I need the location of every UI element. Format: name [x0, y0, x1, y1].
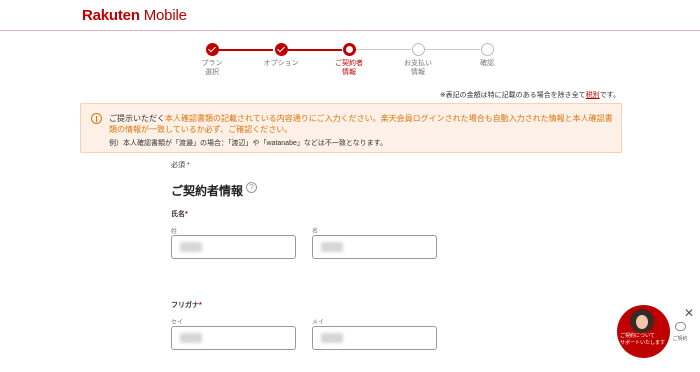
pending-step-icon	[480, 43, 494, 56]
alert-example: 例）本人確認書類が「渡邉」の場合：「渡辺」や「watanabe」などは不一致とな…	[109, 140, 387, 147]
pending-step-icon	[411, 43, 425, 56]
last-name-input[interactable]	[171, 235, 296, 259]
progress-stepper: プラン 選択 オプション ご契約者 情報 お支払い 情報 確認	[0, 43, 700, 83]
first-name-label: 名	[312, 229, 319, 235]
last-kana-label: セイ	[171, 320, 184, 326]
chat-support-bubble[interactable]: ご契約について サポートいたします	[617, 305, 670, 358]
step-contract-info: ご契約者 情報	[319, 43, 379, 77]
step-plan: プラン 選択	[182, 43, 242, 77]
logo-product: Mobile	[139, 7, 187, 24]
chat-icon	[674, 322, 686, 331]
logo-brand: Rakuten	[82, 7, 140, 24]
first-kana-label: メイ	[312, 320, 325, 326]
price-note-text: ※表記の金額は特に記載のある場合を除き全て	[439, 92, 586, 99]
kana-label: フリガナ	[171, 302, 199, 309]
redacted-value	[321, 242, 343, 252]
alert-lead: ご提示いただく	[109, 114, 165, 123]
tax-excluded-link[interactable]: 税別	[586, 92, 600, 99]
header: Rakuten Mobile	[0, 0, 700, 31]
last-name-label: 姓	[171, 229, 178, 235]
step-label: プラン 選択	[201, 60, 223, 76]
support-avatar	[630, 309, 654, 333]
help-icon[interactable]: ?	[246, 182, 257, 193]
last-kana-input[interactable]	[171, 326, 296, 350]
required-mark: *	[199, 302, 202, 309]
required-legend: 必須 *	[171, 160, 190, 170]
chat-bubble-text: ご契約について サポートいたします	[620, 333, 666, 346]
step-label: 確認	[480, 60, 494, 67]
section-title: ご契約者情報	[171, 184, 244, 198]
redacted-value	[321, 333, 343, 343]
required-mark: *	[186, 162, 190, 169]
current-step-icon	[342, 43, 356, 56]
required-label: 必須	[171, 162, 185, 169]
step-label: お支払い 情報	[404, 60, 432, 76]
first-kana-input[interactable]	[312, 326, 437, 350]
step-label: オプション	[263, 60, 299, 67]
redacted-value	[180, 242, 202, 252]
info-icon	[91, 113, 102, 124]
price-note: ※表記の金額は特に記載のある場合を除き全て税別です。	[440, 90, 620, 100]
first-name-input[interactable]	[312, 235, 437, 259]
step-label: ご契約者 情報	[335, 60, 363, 76]
redacted-value	[180, 333, 202, 343]
price-note-suffix: です。	[599, 92, 620, 99]
check-icon	[205, 43, 219, 56]
name-label: 氏名	[171, 211, 185, 218]
side-chat-label: ご契約	[672, 336, 688, 342]
alert-message: ご提示いただく本人確認書類の記載されている内容通りにご入力ください。楽天会員ログ…	[109, 113, 617, 135]
required-mark: *	[185, 211, 188, 218]
kana-field-label: フリガナ*	[171, 300, 202, 310]
alert-highlight: 本人確認書類の記載されている内容通りにご入力ください。楽天会員ログインされた場合…	[109, 114, 613, 134]
side-chat-button[interactable]: ご契約	[670, 322, 690, 348]
name-field-label: 氏名*	[171, 209, 188, 219]
check-icon	[274, 43, 288, 56]
close-icon[interactable]: ✕	[684, 306, 694, 320]
step-payment: お支払い 情報	[388, 43, 448, 77]
step-option: オプション	[251, 43, 311, 68]
identity-alert: ご提示いただく本人確認書類の記載されている内容通りにご入力ください。楽天会員ログ…	[80, 103, 622, 153]
rakuten-mobile-logo[interactable]: Rakuten Mobile	[82, 8, 187, 24]
step-confirm: 確認	[457, 43, 517, 68]
